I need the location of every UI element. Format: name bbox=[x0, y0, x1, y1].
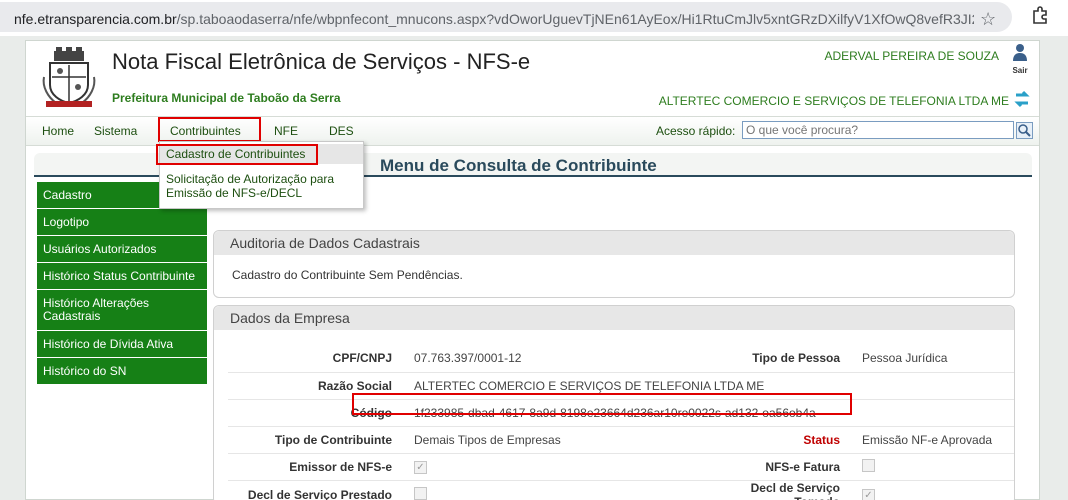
codigo-highlight bbox=[352, 393, 852, 415]
audit-panel: Auditoria de Dados Cadastrais Cadastro d… bbox=[213, 230, 1015, 298]
logout-button[interactable]: Sair bbox=[1007, 43, 1033, 75]
tipo-contribuinte-label: Tipo de Contribuinte bbox=[228, 426, 404, 454]
search-icon bbox=[1018, 124, 1031, 137]
url-text[interactable]: nfe.etransparencia.com.br/sp.taboaodaser… bbox=[14, 11, 974, 27]
url-host: nfe.etransparencia.com.br bbox=[14, 11, 177, 27]
nav-nfe[interactable]: NFE bbox=[274, 124, 298, 138]
menu-item-solicitacao-autorizacao[interactable]: Solicitação de Autorização para Emissão … bbox=[166, 172, 356, 200]
nfse-fatura-checkbox[interactable] bbox=[862, 458, 875, 472]
user-icon bbox=[1013, 44, 1027, 61]
switch-company-icon[interactable] bbox=[1013, 89, 1031, 109]
decl-tomado-checkbox[interactable]: ✓ bbox=[862, 489, 875, 500]
company-panel-title: Dados da Empresa bbox=[214, 306, 1014, 330]
sidebar-item-usuarios-autorizados[interactable]: Usuários Autorizados bbox=[37, 236, 207, 263]
tipo-pessoa-value: Pessoa Jurídica bbox=[852, 345, 1014, 373]
audit-panel-title: Auditoria de Dados Cadastrais bbox=[214, 231, 1014, 255]
company-data-table: CPF/CNPJ 07.763.397/0001-12 Tipo de Pess… bbox=[228, 345, 1014, 500]
cadastro-highlight bbox=[156, 144, 318, 165]
audit-status-text: Cadastro do Contribuinte Sem Pendências. bbox=[232, 268, 463, 282]
tipo-contribuinte-value: Demais Tipos de Empresas bbox=[404, 426, 704, 454]
nav-sistema[interactable]: Sistema bbox=[94, 124, 137, 138]
emissor-nfse-label: Emissor de NFS-e bbox=[228, 453, 404, 481]
sidebar: Cadastro Logotipo Usuários Autorizados H… bbox=[37, 182, 207, 385]
extensions-icon[interactable] bbox=[1030, 5, 1050, 25]
nfse-fatura-label: NFS-e Fatura bbox=[704, 453, 852, 481]
table-row: Emissor de NFS-e ✓ NFS-e Fatura bbox=[228, 453, 1014, 481]
cnpj-label: CPF/CNPJ bbox=[228, 345, 404, 373]
status-value: Emissão NF-e Aprovada bbox=[852, 426, 1014, 454]
user-name: ADERVAL PEREIRA DE SOUZA bbox=[824, 49, 1000, 63]
municipal-coat-of-arms-icon bbox=[42, 47, 96, 107]
quick-access-input[interactable] bbox=[742, 121, 1014, 139]
contribuintes-highlight bbox=[158, 117, 261, 142]
bookmark-star-icon[interactable]: ☆ bbox=[980, 9, 996, 30]
sidebar-item-logotipo[interactable]: Logotipo bbox=[37, 209, 207, 236]
main-content: Auditoria de Dados Cadastrais Cadastro d… bbox=[213, 230, 1015, 500]
url-path: /sp.taboaodaserra/nfe/wbpnfecont_mnucons… bbox=[176, 11, 974, 27]
tipo-pessoa-label: Tipo de Pessoa bbox=[704, 345, 852, 373]
table-row: Tipo de Contribuinte Demais Tipos de Emp… bbox=[228, 426, 1014, 454]
address-bar[interactable]: nfe.etransparencia.com.br/sp.taboaodaser… bbox=[0, 2, 1012, 32]
table-row: Decl de Serviço Prestado Decl de Serviço… bbox=[228, 480, 1014, 500]
nav-home[interactable]: Home bbox=[42, 124, 74, 138]
municipality-name: Prefeitura Municipal de Taboão da Serra bbox=[112, 91, 341, 105]
app-title: Nota Fiscal Eletrônica de Serviços - NFS… bbox=[112, 49, 531, 74]
nav-des[interactable]: DES bbox=[329, 124, 354, 138]
table-row: CPF/CNPJ 07.763.397/0001-12 Tipo de Pess… bbox=[228, 345, 1014, 373]
page-title: Menu de Consulta de Contribuinte bbox=[380, 156, 657, 175]
quick-search-button[interactable] bbox=[1016, 122, 1033, 139]
browser-toolbar: nfe.etransparencia.com.br/sp.taboaodaser… bbox=[0, 0, 1068, 36]
sidebar-item-historico-status[interactable]: Histórico Status Contribuinte bbox=[37, 263, 207, 290]
quick-access-label: Acesso rápido: bbox=[656, 124, 736, 138]
page-container: Nota Fiscal Eletrônica de Serviços - NFS… bbox=[25, 40, 1040, 500]
status-label: Status bbox=[704, 426, 852, 454]
cnpj-value: 07.763.397/0001-12 bbox=[404, 345, 704, 373]
logout-label: Sair bbox=[1012, 66, 1028, 75]
decl-prestado-label: Decl de Serviço Prestado bbox=[228, 480, 404, 500]
sidebar-item-historico-alteracoes[interactable]: Histórico Alterações Cadastrais bbox=[37, 290, 207, 331]
emissor-nfse-checkbox[interactable]: ✓ bbox=[414, 461, 427, 474]
decl-prestado-checkbox[interactable] bbox=[414, 486, 427, 500]
decl-tomado-label: Decl de Serviço Tomado bbox=[704, 480, 852, 500]
sidebar-item-historico-sn[interactable]: Histórico do SN bbox=[37, 358, 207, 385]
sidebar-item-historico-divida[interactable]: Histórico de Dívida Ativa bbox=[37, 331, 207, 358]
company-name: ALTERTEC COMERCIO E SERVIÇOS DE TELEFONI… bbox=[658, 94, 1009, 108]
